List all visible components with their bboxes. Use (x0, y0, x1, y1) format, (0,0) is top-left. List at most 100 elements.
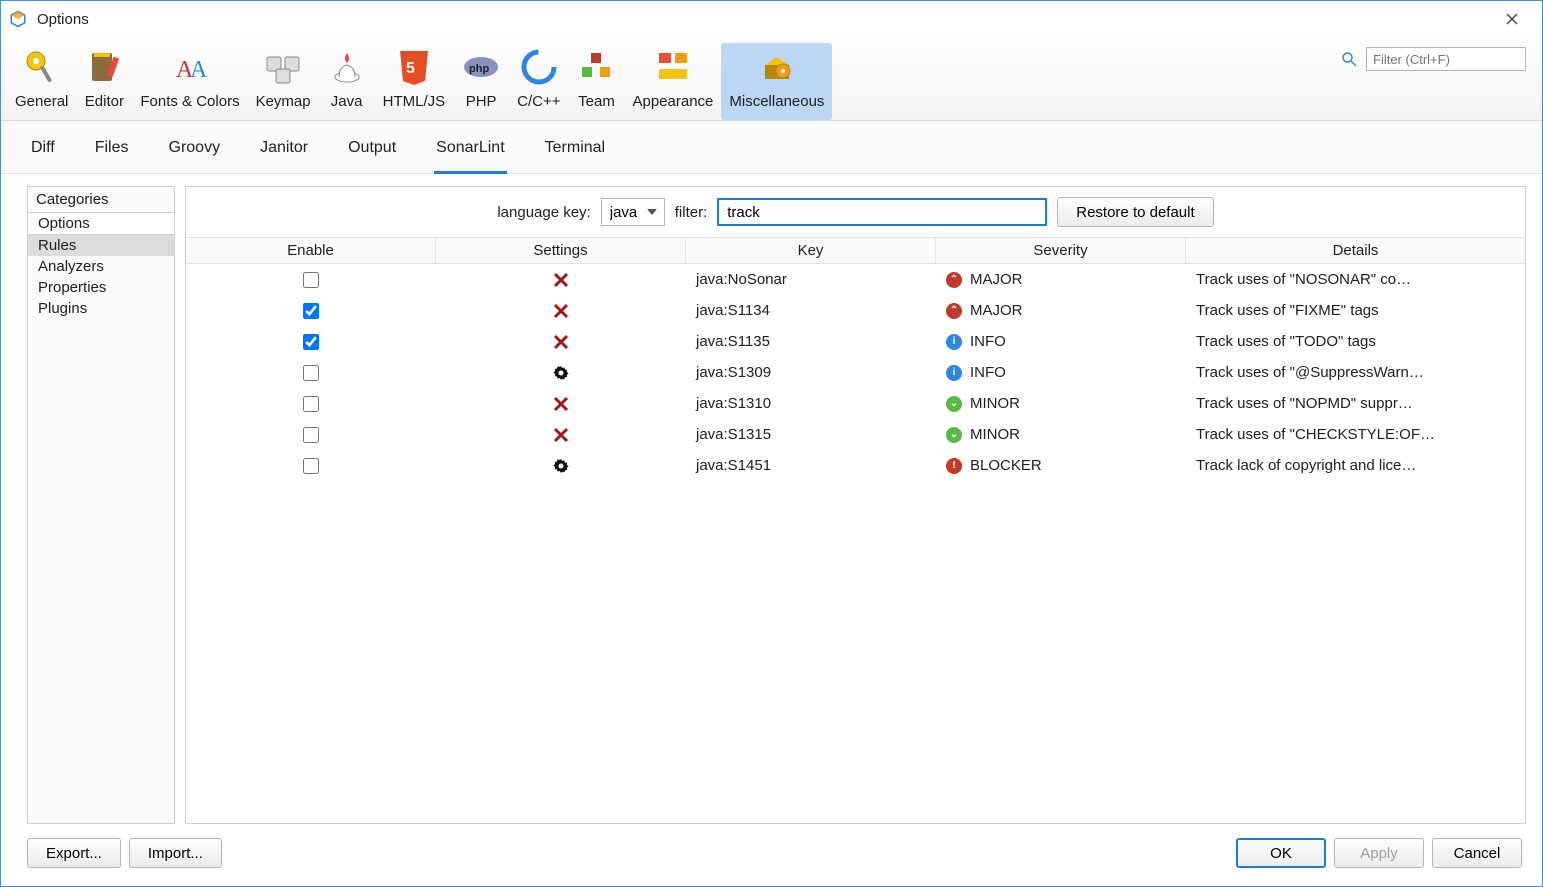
toolbar-keymap[interactable]: Keymap (248, 43, 319, 120)
team-icon (576, 47, 616, 87)
php-icon: php (461, 47, 501, 87)
ccpp-icon (519, 47, 559, 87)
subtab-sonarlint[interactable]: SonarLint (434, 135, 507, 174)
rules-table-body[interactable]: java:NoSonar⌃MAJORTrack uses of "NOSONAR… (186, 264, 1525, 823)
cell-severity: ! BLOCKER (936, 455, 1186, 476)
ok-button[interactable]: OK (1236, 838, 1326, 868)
categories-header: Categories (28, 187, 174, 212)
toolbar-label: Java (331, 93, 363, 110)
severity-icon: ! (946, 458, 962, 474)
cell-settings[interactable] (436, 270, 686, 290)
enable-checkbox[interactable] (303, 396, 319, 412)
miscellaneous-icon (757, 47, 797, 87)
table-row[interactable]: java:NoSonar⌃MAJORTrack uses of "NOSONAR… (186, 264, 1525, 295)
severity-icon: ⌃ (946, 272, 962, 288)
toolbar-php[interactable]: phpPHP (453, 43, 509, 120)
cell-settings[interactable] (436, 301, 686, 321)
enable-checkbox[interactable] (303, 458, 319, 474)
cell-enable (186, 270, 436, 290)
enable-checkbox[interactable] (303, 427, 319, 443)
enable-checkbox[interactable] (303, 334, 319, 350)
toolbar-general[interactable]: General (7, 43, 76, 120)
cell-key: java:S1310 (686, 393, 936, 414)
toolbar-label: C/C++ (517, 93, 560, 110)
subtab-terminal[interactable]: Terminal (543, 135, 607, 173)
cell-enable (186, 425, 436, 445)
subtab-diff[interactable]: Diff (29, 135, 57, 173)
severity-text: BLOCKER (970, 457, 1042, 474)
category-analyzers[interactable]: Analyzers (28, 256, 174, 277)
subtab-files[interactable]: Files (93, 135, 131, 173)
toolbar-label: General (15, 93, 68, 110)
cell-enable (186, 456, 436, 476)
cell-settings[interactable] (436, 425, 686, 445)
appearance-icon (653, 47, 693, 87)
table-row[interactable]: java:S1309iINFOTrack uses of "@SuppressW… (186, 357, 1525, 388)
cell-details: Track uses of "NOPMD" suppr… (1186, 393, 1525, 414)
import-button[interactable]: Import... (129, 838, 222, 868)
category-plugins[interactable]: Plugins (28, 298, 174, 319)
toolbar-label: HTML/JS (383, 93, 446, 110)
restore-default-button[interactable]: Restore to default (1057, 197, 1213, 227)
toolbar-java[interactable]: Java (319, 43, 375, 120)
toolbar-label: Team (578, 93, 615, 110)
cell-settings[interactable] (436, 363, 686, 383)
subtab-groovy[interactable]: Groovy (167, 135, 223, 173)
cell-details: Track uses of "TODO" tags (1186, 331, 1525, 352)
cell-key: java:S1134 (686, 300, 936, 321)
general-icon (22, 47, 62, 87)
col-details[interactable]: Details (1186, 238, 1525, 263)
cell-severity: ⌃ MAJOR (936, 269, 1186, 290)
htmljs-icon: 5 (394, 47, 434, 87)
cell-settings[interactable] (436, 394, 686, 414)
category-properties[interactable]: Properties (28, 277, 174, 298)
cancel-button[interactable]: Cancel (1432, 838, 1522, 868)
export-button[interactable]: Export... (27, 838, 121, 868)
java-icon (327, 47, 367, 87)
svg-text:A: A (190, 57, 208, 83)
options-window: Options GeneralEditorAAFonts & ColorsKey… (0, 0, 1543, 887)
table-row[interactable]: java:S1135iINFOTrack uses of "TODO" tags (186, 326, 1525, 357)
rules-panel: language key: java filter: Restore to de… (185, 186, 1526, 824)
cell-enable (186, 301, 436, 321)
table-row[interactable]: java:S1134⌃MAJORTrack uses of "FIXME" ta… (186, 295, 1525, 326)
severity-icon: ⌄ (946, 396, 962, 412)
severity-text: MAJOR (970, 271, 1023, 288)
col-enable[interactable]: Enable (186, 238, 436, 263)
close-icon (1506, 13, 1518, 25)
toolbar-team[interactable]: Team (568, 43, 624, 120)
window-close-button[interactable] (1490, 5, 1534, 33)
rules-filter-input[interactable] (717, 198, 1047, 226)
enable-checkbox[interactable] (303, 272, 319, 288)
subtab-output[interactable]: Output (346, 135, 398, 173)
cell-details: Track uses of "@SuppressWarn… (1186, 362, 1525, 383)
col-key[interactable]: Key (686, 238, 936, 263)
toolbar-fonts[interactable]: AAFonts & Colors (132, 43, 247, 120)
cell-settings[interactable] (436, 456, 686, 476)
category-rules[interactable]: Rules (28, 235, 174, 256)
subtab-janitor[interactable]: Janitor (258, 135, 310, 173)
editor-icon (84, 47, 124, 87)
language-key-select[interactable]: java (601, 198, 665, 226)
severity-icon: i (946, 365, 962, 381)
category-options[interactable]: Options (28, 212, 174, 235)
toolbar-editor[interactable]: Editor (76, 43, 132, 120)
toolbar-htmljs[interactable]: 5 HTML/JS (375, 43, 454, 120)
toolbar-ccpp[interactable]: C/C++ (509, 43, 568, 120)
toolbar-appearance[interactable]: Appearance (624, 43, 721, 120)
cell-settings[interactable] (436, 332, 686, 352)
severity-text: INFO (970, 333, 1006, 350)
table-row[interactable]: java:S1310⌄MINORTrack uses of "NOPMD" su… (186, 388, 1525, 419)
keymap-icon (263, 47, 303, 87)
enable-checkbox[interactable] (303, 365, 319, 381)
col-severity[interactable]: Severity (936, 238, 1186, 263)
toolbar-miscellaneous[interactable]: Miscellaneous (721, 43, 832, 120)
table-row[interactable]: java:S1315⌄MINORTrack uses of "CHECKSTYL… (186, 419, 1525, 450)
cell-severity: iINFO (936, 362, 1186, 383)
filter-search-input[interactable] (1366, 47, 1526, 71)
apply-button[interactable]: Apply (1334, 838, 1424, 868)
enable-checkbox[interactable] (303, 303, 319, 319)
subtab-bar: Diff Files Groovy Janitor Output SonarLint Ter… (1, 121, 1542, 174)
col-settings[interactable]: Settings (436, 238, 686, 263)
table-row[interactable]: java:S1451!BLOCKERTrack lack of copyrigh… (186, 450, 1525, 481)
